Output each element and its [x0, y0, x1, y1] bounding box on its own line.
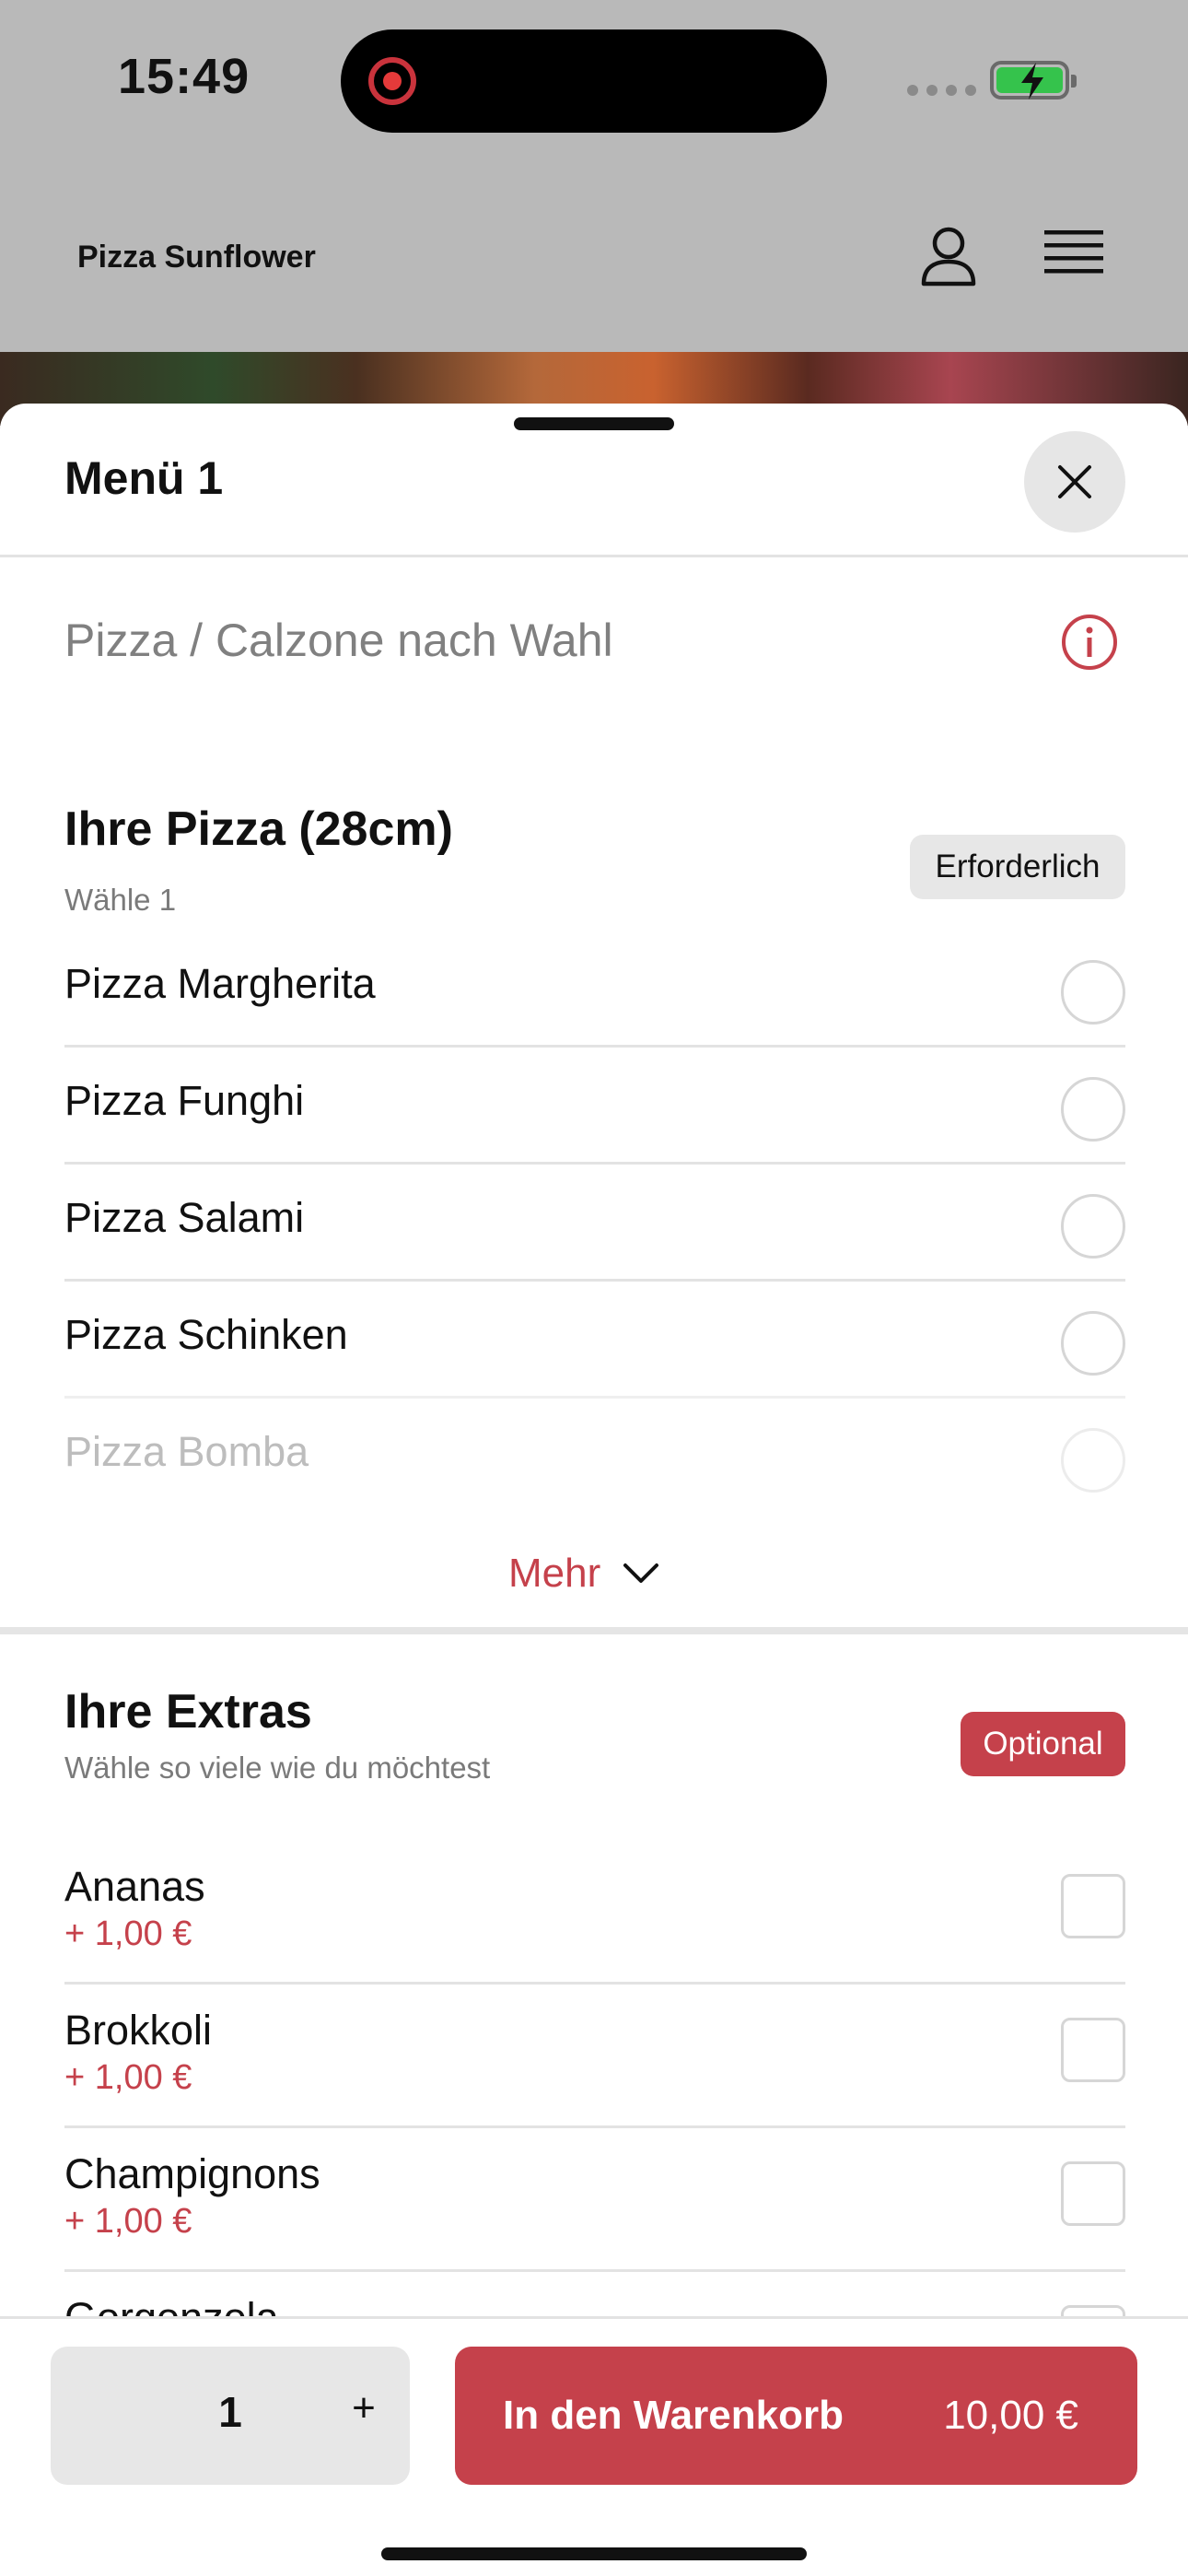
status-bar: 15:49 — [0, 0, 1188, 166]
radio-button[interactable] — [1061, 960, 1125, 1025]
increment-button[interactable]: + — [352, 2385, 376, 2431]
chevron-down-icon — [623, 1563, 659, 1583]
extra-option-price: + 1,00 € — [64, 2058, 192, 2097]
pizza-option[interactable]: Pizza Salami — [64, 1165, 1125, 1282]
pizza-option-label: Pizza Bomba — [64, 1428, 309, 1475]
extra-option-label: Champignons — [64, 2150, 320, 2197]
sheet-grabber[interactable] — [514, 417, 674, 430]
pizza-option[interactable]: Pizza Bomba — [64, 1399, 1125, 1516]
home-indicator[interactable] — [381, 2547, 807, 2560]
status-time: 15:49 — [118, 49, 250, 104]
sheet-title: Menü 1 — [64, 452, 224, 504]
pizza-section-title: Ihre Pizza (28cm) — [64, 802, 453, 856]
info-icon[interactable] — [1059, 612, 1120, 673]
recording-indicator-icon — [368, 57, 416, 105]
pizza-option[interactable]: Pizza Schinken — [64, 1282, 1125, 1399]
close-icon — [1058, 465, 1091, 498]
extra-option-label: Ananas — [64, 1863, 205, 1910]
radio-button[interactable] — [1061, 1428, 1125, 1493]
extras-section-title: Ihre Extras — [64, 1685, 312, 1739]
required-badge: Erforderlich — [910, 835, 1125, 899]
pizza-option[interactable]: Pizza Funghi — [64, 1048, 1125, 1165]
add-to-cart-label: In den Warenkorb — [503, 2393, 844, 2438]
cart-total-price: 10,00 € — [943, 2393, 1078, 2438]
radio-button[interactable] — [1061, 1311, 1125, 1376]
extra-option[interactable]: Champignons + 1,00 € — [64, 2128, 1125, 2272]
extra-option[interactable]: Brokkoli + 1,00 € — [64, 1985, 1125, 2128]
product-description: Pizza / Calzone nach Wahl — [64, 615, 613, 666]
show-more-label: Mehr — [508, 1551, 601, 1596]
bottom-action-bar: 1 + In den Warenkorb 10,00 € — [0, 2316, 1188, 2576]
pizza-option-label: Pizza Salami — [64, 1194, 305, 1241]
product-sheet: Menü 1 Pizza / Calzone nach Wahl Ihre Pi… — [0, 404, 1188, 2576]
signal-icon — [907, 85, 976, 96]
brand-name[interactable]: Pizza Sunflower — [77, 240, 316, 275]
extra-option-price: + 1,00 € — [64, 2202, 192, 2241]
quantity-stepper[interactable]: 1 + — [51, 2347, 410, 2485]
battery-icon — [990, 61, 1077, 100]
pizza-option-label: Pizza Margherita — [64, 960, 376, 1007]
show-more-button[interactable]: Mehr — [508, 1546, 659, 1601]
app-header: Pizza Sunflower — [0, 166, 1188, 355]
dynamic-island — [341, 29, 827, 133]
hamburger-menu-icon[interactable] — [1042, 227, 1105, 282]
radio-button[interactable] — [1061, 1077, 1125, 1142]
extras-section-subtitle: Wähle so viele wie du möchtest — [64, 1751, 491, 1785]
close-button[interactable] — [1024, 431, 1125, 533]
checkbox[interactable] — [1061, 1874, 1125, 1938]
pizza-option[interactable]: Pizza Margherita — [64, 931, 1125, 1048]
pizza-section-subtitle: Wähle 1 — [64, 883, 177, 917]
extra-option-price: + 1,00 € — [64, 1914, 192, 1953]
extra-option-label: Brokkoli — [64, 2007, 213, 2054]
section-divider — [0, 1627, 1188, 1634]
divider — [0, 555, 1188, 557]
user-icon[interactable] — [916, 223, 981, 287]
checkbox[interactable] — [1061, 2161, 1125, 2226]
extra-option[interactable]: Ananas + 1,00 € — [64, 1841, 1125, 1985]
radio-button[interactable] — [1061, 1194, 1125, 1259]
pizza-option-label: Pizza Schinken — [64, 1311, 348, 1358]
checkbox[interactable] — [1061, 2018, 1125, 2082]
add-to-cart-button[interactable]: In den Warenkorb 10,00 € — [455, 2347, 1137, 2485]
optional-badge: Optional — [961, 1712, 1125, 1776]
pizza-option-label: Pizza Funghi — [64, 1077, 305, 1124]
